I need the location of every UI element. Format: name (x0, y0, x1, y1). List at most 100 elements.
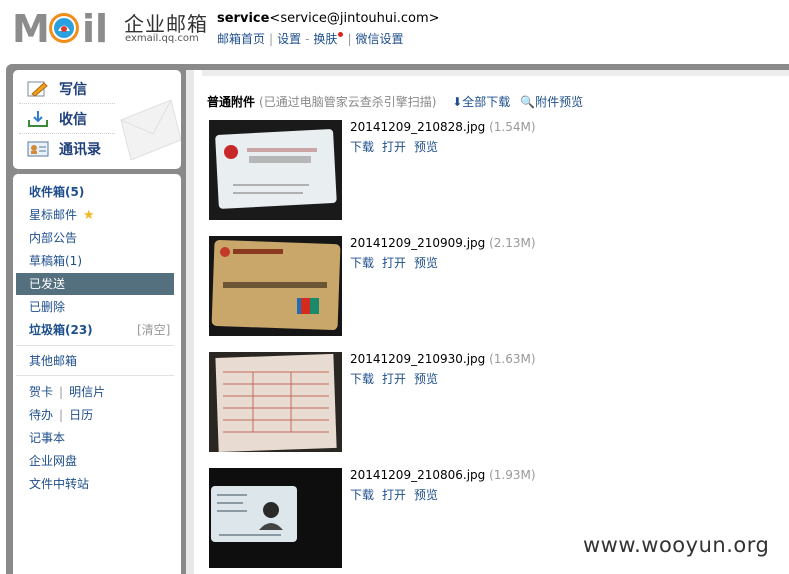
attachment-filename: 20141209_210909.jpg (2.13M) (350, 236, 536, 250)
compose-panel: 写信 收信 通讯录 (13, 70, 181, 169)
contact-card-icon (27, 141, 49, 157)
link-skin[interactable]: 换肤 (313, 32, 337, 46)
download-link[interactable]: 下载 (350, 488, 374, 502)
separator: - (305, 32, 310, 46)
link-net-disk[interactable]: 企业网盘 (29, 450, 77, 472)
bank-form-thumbnail (209, 352, 342, 452)
attachment-filename: 20141209_210806.jpg (1.93M) (350, 468, 536, 482)
id-card-back-thumbnail (209, 120, 342, 220)
file-size: (2.13M) (489, 236, 536, 250)
contacts-button[interactable]: 通讯录 (19, 134, 115, 164)
download-link[interactable]: 下载 (350, 372, 374, 386)
folder-sidebar: 收件箱(5) 星标邮件 ★ 内部公告 草稿箱(1) 已发送 已删除 垃圾箱(23… (13, 174, 181, 574)
attachment-thumbnail[interactable] (209, 236, 342, 336)
link-mail-home[interactable]: 邮箱首页 (217, 32, 265, 46)
divider (16, 375, 174, 376)
inbox-download-icon (28, 110, 48, 127)
receive-button[interactable]: 收信 (19, 104, 115, 134)
attachment-actions: 下载 打开 预览 (350, 254, 446, 271)
separator: | (59, 408, 64, 422)
id-card-front-thumbnail (209, 468, 342, 568)
link-settings[interactable]: 设置 (277, 32, 301, 46)
file-size: (1.63M) (489, 352, 536, 366)
attachment-actions: 下载 打开 预览 (350, 370, 446, 387)
attachment-item: 20141209_210806.jpg (1.93M) 下载 打开 预览 (209, 468, 549, 568)
open-link[interactable]: 打开 (382, 140, 406, 154)
link-notes[interactable]: 记事本 (29, 427, 65, 449)
link-calendar[interactable]: 日历 (69, 408, 93, 422)
preview-all-button[interactable]: 🔍附件预览 (520, 95, 583, 109)
attachment-item: 20141209_210909.jpg (2.13M) 下载 打开 预览 (209, 236, 549, 336)
separator: | (59, 385, 64, 399)
folder-notice[interactable]: 内部公告 (29, 227, 77, 249)
attachment-item: 20141209_210828.jpg (1.54M) 下载 打开 预览 (209, 120, 549, 220)
link-card[interactable]: 贺卡 (29, 385, 53, 399)
tools-row-1: 贺卡 | 明信片 (29, 381, 105, 403)
folder-spam[interactable]: 垃圾箱(23) (29, 319, 93, 341)
star-icon: ★ (82, 208, 95, 223)
magnifier-icon: 🔍 (520, 95, 536, 109)
attachment-thumbnail[interactable] (209, 120, 342, 220)
top-links: 邮箱首页 | 设置 - 换肤 | 微信设置 (217, 30, 404, 47)
link-wechat-settings[interactable]: 微信设置 (355, 32, 403, 46)
preview-link[interactable]: 预览 (414, 256, 438, 270)
account-email: <service@jintouhui.com> (269, 11, 440, 26)
folder-inbox[interactable]: 收件箱(5) (29, 181, 84, 203)
clear-spam-link[interactable]: [清空] (137, 319, 170, 341)
attachment-item: 20141209_210930.jpg (1.63M) 下载 打开 预览 (209, 352, 549, 452)
watermark: www.wooyun.org (583, 533, 770, 557)
file-size: (1.93M) (489, 468, 536, 482)
folder-deleted[interactable]: 已删除 (29, 296, 65, 318)
folder-sent: 已发送 (29, 277, 66, 291)
link-todo[interactable]: 待办 (29, 408, 53, 422)
divider (16, 345, 174, 346)
open-link[interactable]: 打开 (382, 488, 406, 502)
folder-sent-selected[interactable]: 已发送 (16, 273, 174, 295)
download-link[interactable]: 下载 (350, 140, 374, 154)
filename-text: 20141209_210909.jpg (350, 236, 486, 250)
write-label: 写信 (59, 81, 87, 98)
link-file-transfer[interactable]: 文件中转站 (29, 473, 89, 495)
open-link[interactable]: 打开 (382, 256, 406, 270)
download-all-label: 全部下载 (462, 95, 511, 109)
folder-starred-label: 星标邮件 (29, 208, 78, 222)
qq-mail-logo[interactable]: M il (12, 6, 118, 48)
scan-note: (已通过电脑管家云查杀引擎扫描) (259, 95, 437, 109)
download-all-button[interactable]: ⬇全部下载 (452, 95, 510, 109)
attachment-filename: 20141209_210828.jpg (1.54M) (350, 120, 536, 134)
attachment-thumbnail[interactable] (209, 352, 342, 452)
attachment-title: 普通附件 (207, 95, 256, 109)
account-info: service<service@jintouhui.com> (217, 11, 440, 26)
svg-text:M: M (12, 7, 50, 48)
attachment-header: 普通附件 (已通过电脑管家云查杀引擎扫描) ⬇全部下载 🔍附件预览 (207, 93, 583, 110)
download-link[interactable]: 下载 (350, 256, 374, 270)
filename-text: 20141209_210930.jpg (350, 352, 486, 366)
account-name: service (217, 11, 270, 26)
preview-link[interactable]: 预览 (414, 140, 438, 154)
envelope-decoration-icon (120, 99, 181, 160)
separator: | (269, 32, 274, 46)
attachment-filename: 20141209_210930.jpg (1.63M) (350, 352, 536, 366)
folder-starred[interactable]: 星标邮件 ★ (29, 204, 95, 226)
preview-link[interactable]: 预览 (414, 372, 438, 386)
receive-label: 收信 (59, 111, 87, 128)
svg-text:il: il (82, 7, 108, 48)
link-postcard[interactable]: 明信片 (69, 385, 105, 399)
preview-link[interactable]: 预览 (414, 488, 438, 502)
attachment-thumbnail[interactable] (209, 468, 342, 568)
brand-domain: exmail.qq.com (125, 33, 199, 44)
attachment-actions: 下载 打开 预览 (350, 486, 446, 503)
folder-other-mailbox[interactable]: 其他邮箱 (29, 350, 77, 372)
folder-drafts[interactable]: 草稿箱(1) (29, 250, 82, 272)
write-button[interactable]: 写信 (19, 74, 115, 104)
tools-row-2: 待办 | 日历 (29, 404, 93, 426)
new-dot-icon (338, 32, 344, 37)
filename-text: 20141209_210806.jpg (350, 468, 486, 482)
separator: | (347, 32, 352, 46)
bank-card-thumbnail (209, 236, 342, 336)
filename-text: 20141209_210828.jpg (350, 120, 486, 134)
open-link[interactable]: 打开 (382, 372, 406, 386)
header: M il 企业邮箱 exmail.qq.com service<service@… (0, 0, 789, 64)
download-arrow-icon: ⬇ (452, 95, 463, 109)
file-size: (1.54M) (489, 120, 536, 134)
